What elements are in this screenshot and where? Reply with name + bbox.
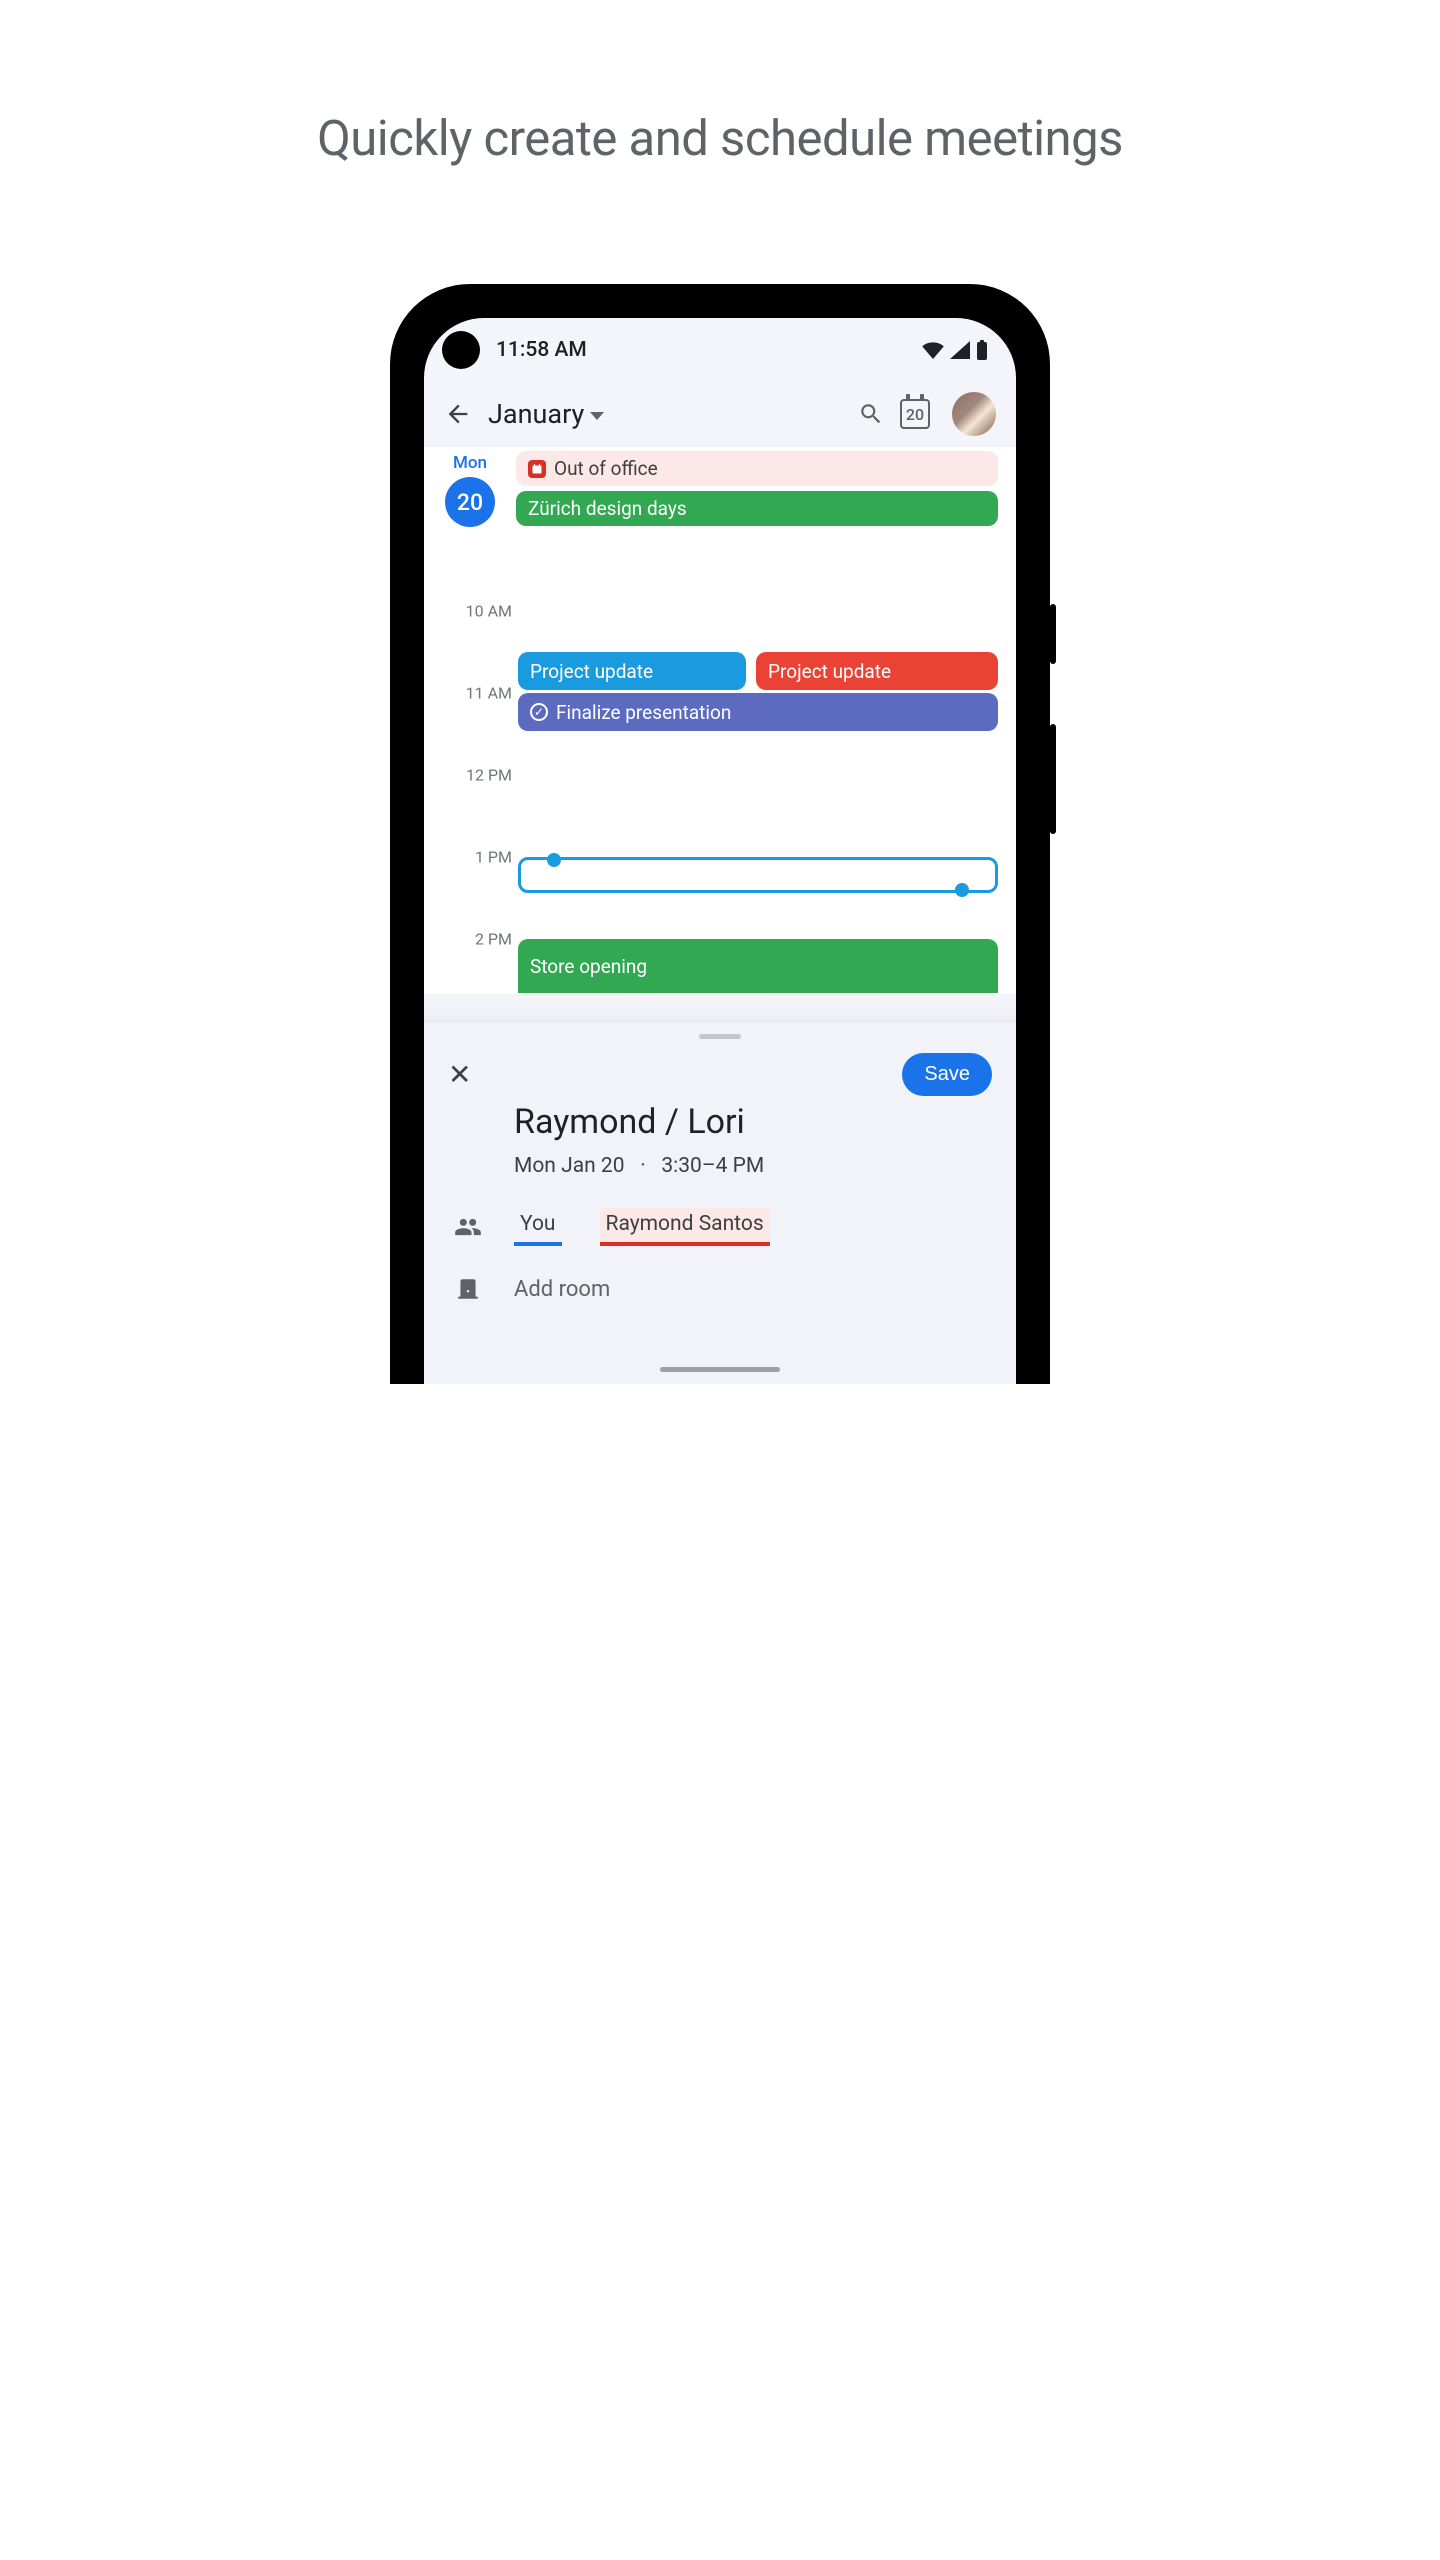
- timeline[interactable]: 10 AM 11 AM 12 PM 1 PM 2 PM Project upda…: [424, 535, 1016, 994]
- back-arrow-icon[interactable]: [444, 400, 472, 428]
- add-room-label: Add room: [514, 1277, 610, 1302]
- event-out-of-office[interactable]: Out of office: [516, 451, 998, 486]
- status-bar: 11:58 AM: [424, 318, 1016, 382]
- event-datetime[interactable]: Mon Jan 20 · 3:30–4 PM: [514, 1154, 992, 1178]
- camera-notch: [442, 331, 480, 369]
- dot-separator: ·: [640, 1154, 646, 1178]
- event-time-range: 3:30–4 PM: [661, 1154, 764, 1178]
- add-room-row[interactable]: Add room: [448, 1276, 992, 1302]
- cell-signal-icon: [950, 341, 970, 359]
- status-time: 11:58 AM: [496, 338, 587, 362]
- wifi-icon: [922, 341, 944, 359]
- event-project-update-1[interactable]: Project update: [518, 652, 746, 690]
- day-weekday: Mon: [424, 453, 516, 473]
- calendar-busy-icon: [528, 460, 546, 478]
- room-icon: [448, 1276, 488, 1302]
- phone-mockup: 11:58 AM: [390, 284, 1050, 1384]
- event-store-opening[interactable]: Store opening: [518, 939, 998, 993]
- event-label: Zürich design days: [528, 497, 687, 520]
- event-finalize-presentation[interactable]: ✓ Finalize presentation: [518, 693, 998, 731]
- attendees-row: You Raymond Santos: [448, 1208, 992, 1246]
- battery-icon: [976, 340, 988, 360]
- time-label-12pm: 12 PM: [424, 766, 512, 785]
- time-label-2pm: 2 PM: [424, 930, 512, 949]
- time-label-11am: 11 AM: [424, 684, 512, 703]
- new-event-slot[interactable]: [518, 857, 998, 893]
- app-bar: January 20: [424, 382, 1016, 446]
- event-zurich-design-days[interactable]: Zürich design days: [516, 491, 998, 526]
- month-picker[interactable]: January: [488, 398, 604, 430]
- event-editor-sheet: ✕ Save Raymond / Lori Mon Jan 20 · 3:30–…: [424, 1018, 1016, 1384]
- calendar-day-view: Mon 20 Out of office Zürich design days: [424, 446, 1016, 994]
- people-icon: [448, 1213, 488, 1241]
- event-label: Project update: [768, 660, 891, 683]
- marketing-headline: Quickly create and schedule meetings: [317, 108, 1123, 169]
- event-label: Out of office: [554, 457, 658, 480]
- save-button[interactable]: Save: [902, 1053, 992, 1096]
- phone-side-button: [1050, 604, 1056, 664]
- drag-handle-end[interactable]: [955, 883, 969, 897]
- nav-bar-pill[interactable]: [660, 1367, 780, 1372]
- day-number[interactable]: 20: [445, 477, 495, 527]
- month-label: January: [488, 398, 584, 430]
- chevron-down-icon: [590, 412, 604, 420]
- today-icon[interactable]: 20: [900, 399, 930, 429]
- attendee-chip-raymond[interactable]: Raymond Santos: [600, 1208, 770, 1246]
- phone-side-button: [1050, 724, 1056, 834]
- avatar[interactable]: [952, 392, 996, 436]
- today-date-number: 20: [906, 405, 924, 424]
- attendee-chip-you[interactable]: You: [514, 1208, 562, 1246]
- time-label-1pm: 1 PM: [424, 848, 512, 867]
- drag-handle-start[interactable]: [547, 853, 561, 867]
- close-icon[interactable]: ✕: [448, 1061, 471, 1089]
- event-label: Finalize presentation: [556, 701, 731, 724]
- event-title-input[interactable]: Raymond / Lori: [514, 1102, 992, 1142]
- event-label: Store opening: [530, 955, 647, 978]
- event-label: Project update: [530, 660, 653, 683]
- event-date: Mon Jan 20: [514, 1154, 625, 1178]
- time-label-10am: 10 AM: [424, 602, 512, 621]
- check-circle-icon: ✓: [530, 703, 548, 721]
- day-header-column: Mon 20: [424, 447, 516, 527]
- event-project-update-2[interactable]: Project update: [756, 652, 998, 690]
- all-day-events: Out of office Zürich design days: [516, 451, 998, 526]
- search-icon[interactable]: [858, 401, 884, 427]
